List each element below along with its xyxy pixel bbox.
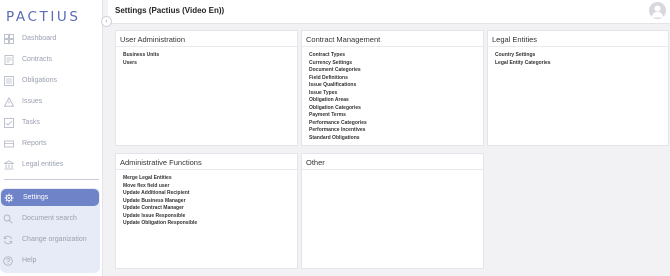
sidebar-item-reports[interactable]: Reports xyxy=(0,133,103,154)
card-divider xyxy=(116,169,297,170)
sidebar-item-issues[interactable]: Issues xyxy=(0,91,103,112)
sidebar-item-contracts[interactable]: Contracts xyxy=(0,49,103,70)
link-country-settings[interactable]: Country Settings xyxy=(495,52,551,60)
link-move-flex-field-user[interactable]: Move flex field user xyxy=(123,183,197,191)
switch-icon xyxy=(3,235,13,245)
card-divider xyxy=(302,46,483,47)
sidebar-item-legal-entities[interactable]: Legal entities xyxy=(0,154,103,175)
link-payment-terms[interactable]: Payment Terms xyxy=(309,112,367,120)
card-title: Legal Entities xyxy=(492,35,538,44)
link-legal-entity-categories[interactable]: Legal Entity Categories xyxy=(495,60,551,68)
link-performance-categories[interactable]: Performance Categories xyxy=(309,120,367,128)
link-obligation-areas[interactable]: Obligation Areas xyxy=(309,97,367,105)
link-obligation-categories[interactable]: Obligation Categories xyxy=(309,105,367,113)
card-title: Administrative Functions xyxy=(120,158,202,167)
link-list: Country Settings Legal Entity Categories xyxy=(495,52,551,67)
card-title: User Administration xyxy=(120,35,186,44)
card-user-administration: User Administration Business Units Users xyxy=(115,30,298,146)
user-icon xyxy=(651,5,664,18)
help-icon xyxy=(3,255,13,266)
obligations-icon xyxy=(4,75,14,86)
link-field-definitions[interactable]: Field Definitions xyxy=(309,75,367,83)
sidebar-item-dashboard[interactable]: Dashboard xyxy=(0,28,103,49)
card-title: Other xyxy=(306,158,325,167)
link-business-units[interactable]: Business Units xyxy=(123,52,159,60)
sidebar-item-help[interactable]: Help xyxy=(3,252,36,269)
sidebar-item-label: Issues xyxy=(22,98,43,105)
card-divider xyxy=(116,46,297,47)
link-performance-incentives[interactable]: Performance Incentives xyxy=(309,127,367,135)
gear-icon xyxy=(4,193,14,203)
link-update-contract-manager[interactable]: Update Contract Manager xyxy=(123,205,197,213)
sidebar-item-change-organization[interactable]: Change organization xyxy=(3,231,87,248)
sidebar-item-label: Tasks xyxy=(22,119,40,126)
page-header: Settings (Pactius (Video En)) xyxy=(108,0,670,24)
sidebar-item-document-search[interactable]: Document search xyxy=(3,210,77,227)
link-update-additional-recipient[interactable]: Update Additional Recipient xyxy=(123,190,197,198)
link-standard-obligations[interactable]: Standard Obligations xyxy=(309,135,367,143)
card-divider xyxy=(488,46,668,47)
dashboard-icon xyxy=(4,33,14,44)
sidebar-item-label: Reports xyxy=(22,140,47,147)
sidebar-item-label: Legal entities xyxy=(22,161,64,168)
card-title: Contract Management xyxy=(306,35,381,44)
sidebar-item-label: Dashboard xyxy=(22,35,57,42)
card-other: Other xyxy=(301,153,484,269)
avatar[interactable] xyxy=(649,2,666,19)
contract-icon xyxy=(4,54,14,65)
link-update-issue-responsible[interactable]: Update Issue Responsible xyxy=(123,213,197,221)
link-document-categories[interactable]: Document Categories xyxy=(309,67,367,75)
link-currency-settings[interactable]: Currency Settings xyxy=(309,60,367,68)
sidebar-item-settings[interactable]: Settings xyxy=(1,189,99,206)
warning-icon xyxy=(4,96,14,107)
link-update-obligation-responsible[interactable]: Update Obligation Responsible xyxy=(123,220,197,228)
sidebar-item-label: Help xyxy=(22,257,37,264)
link-issue-qualifications[interactable]: Issue Qualifications xyxy=(309,82,367,90)
card-contract-management: Contract Management Contract Types Curre… xyxy=(301,30,484,146)
card-legal-entities: Legal Entities Country Settings Legal En… xyxy=(487,30,669,146)
link-contract-types[interactable]: Contract Types xyxy=(309,52,367,60)
chevron-left-icon: ‹ xyxy=(105,18,108,25)
tasks-icon xyxy=(4,117,14,128)
link-list: Contract Types Currency Settings Documen… xyxy=(309,52,367,142)
sidebar-item-label: Change organization xyxy=(22,236,87,243)
sidebar-item-obligations[interactable]: Obligations xyxy=(0,70,103,91)
sidebar-divider xyxy=(4,179,99,180)
sidebar-item-label: Contracts xyxy=(22,56,52,63)
sidebar-item-label: Settings xyxy=(23,194,49,201)
sidebar-item-label: Document search xyxy=(22,215,77,222)
link-list: Merge Legal Entities Move flex field use… xyxy=(123,175,197,228)
bank-icon xyxy=(4,159,14,170)
card-divider xyxy=(302,169,483,170)
collapse-sidebar-button[interactable]: ‹ xyxy=(101,16,112,27)
sidebar-item-label: Obligations xyxy=(22,77,58,84)
sidebar-item-tasks[interactable]: Tasks xyxy=(0,112,103,133)
link-merge-legal-entities[interactable]: Merge Legal Entities xyxy=(123,175,197,183)
card-administrative-functions: Administrative Functions Merge Legal Ent… xyxy=(115,153,298,269)
sidebar-nav: Dashboard Contracts Obligations Issues T… xyxy=(0,28,103,175)
pactius-logo[interactable]: PACTIUS xyxy=(6,9,81,25)
page-title: Settings (Pactius (Video En)) xyxy=(115,6,225,15)
link-issue-types[interactable]: Issue Types xyxy=(309,90,367,98)
link-users[interactable]: Users xyxy=(123,60,159,68)
search-icon xyxy=(3,214,13,224)
sidebar: PACTIUS Dashboard Contracts Obligations … xyxy=(0,0,103,276)
link-list: Business Units Users xyxy=(123,52,159,67)
link-update-business-manager[interactable]: Update Business Manager xyxy=(123,198,197,206)
reports-icon xyxy=(4,139,14,149)
